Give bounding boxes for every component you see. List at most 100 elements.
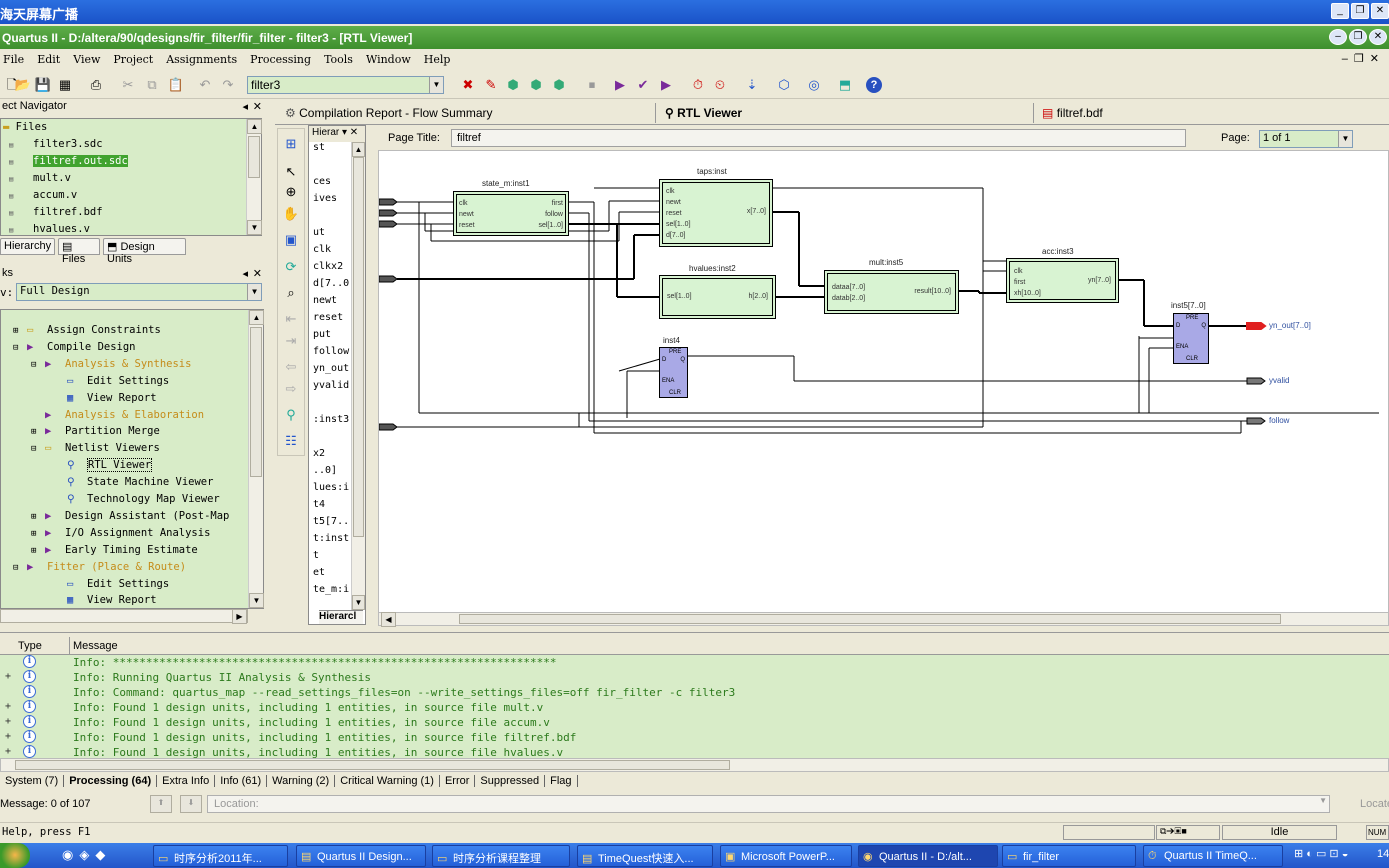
task-row[interactable]: ⚲ RTL Viewer: [53, 458, 153, 476]
files-scrollbar[interactable]: ▲ ▼: [246, 119, 262, 235]
message-tab[interactable]: Processing (64): [64, 775, 158, 787]
zoom-tool-icon[interactable]: ⊕: [281, 182, 301, 202]
message-column-header[interactable]: Message: [73, 640, 118, 652]
expand-icon[interactable]: ⊞: [31, 529, 45, 539]
message-tab[interactable]: Suppressed: [475, 775, 546, 787]
output-yn-out[interactable]: yn_out[7..0]: [1269, 321, 1311, 330]
chip-editor-icon[interactable]: ◎: [804, 75, 824, 95]
mult-block[interactable]: dataa[7..0] datab[2..0] result[10..0]: [824, 270, 959, 314]
find-icon[interactable]: ⌕: [281, 283, 301, 303]
hierarchy-list-tab[interactable]: Hierarcl: [319, 610, 363, 624]
task-row[interactable]: ⊞ ▶ Design Assistant (Post-Map: [31, 510, 229, 527]
scroll-down-icon[interactable]: ▼: [249, 593, 264, 608]
hierarchy-item[interactable]: ces: [313, 176, 353, 187]
task-row[interactable]: ▦ View Report: [53, 392, 157, 409]
taskbar-item[interactable]: ◉ Quartus II - D:/alt...: [858, 845, 998, 867]
hierarchy-item[interactable]: ives: [313, 193, 353, 204]
file-row[interactable]: ▤ filter3.sdc: [9, 138, 103, 155]
stop-icon[interactable]: ⏹: [582, 75, 602, 95]
megawizard-icon[interactable]: ⬒: [835, 75, 855, 95]
hierarchy-item[interactable]: ..0]: [313, 465, 353, 476]
settings-icon[interactable]: ⬢: [526, 75, 546, 95]
scroll-up-icon[interactable]: ▲: [247, 119, 262, 134]
mdi-buttons[interactable]: –❐✕: [1342, 52, 1385, 65]
selection-tool-icon[interactable]: ↖: [281, 162, 301, 182]
task-row[interactable]: ▭ Edit Settings: [53, 375, 169, 392]
chevron-down-icon[interactable]: ▼: [429, 77, 443, 93]
hierarchy-item[interactable]: lues:i: [313, 482, 353, 493]
start-button[interactable]: [0, 843, 30, 868]
menu-project[interactable]: Project: [113, 53, 153, 70]
task-row[interactable]: ⊟ ▭ Netlist Viewers: [31, 442, 160, 459]
expand-icon[interactable]: +: [5, 746, 11, 757]
next-page-icon[interactable]: ⇨: [281, 379, 301, 399]
taskbar-item[interactable]: ▤ Quartus II Design...: [296, 845, 426, 867]
location-field[interactable]: Location: ▼: [207, 795, 1330, 813]
taskbar-item[interactable]: ▭ fir_filter: [1002, 845, 1136, 867]
rtl-hscroll[interactable]: ◀: [378, 612, 1389, 627]
hierarchy-item[interactable]: x2: [313, 448, 353, 459]
hierarchy-item[interactable]: st: [313, 142, 353, 153]
hierarchy-item[interactable]: t:inst: [313, 533, 353, 544]
taskbar-item[interactable]: ▭ 时序分析2011年...: [153, 845, 288, 867]
tab-filtref-bdf[interactable]: ▤ filtref.bdf: [1042, 103, 1103, 123]
analysis-elaboration-icon[interactable]: ✔: [633, 75, 653, 95]
hierarchy-item[interactable]: clkx2: [313, 261, 353, 272]
scroll-down-icon[interactable]: ▼: [247, 220, 262, 235]
hierarchy-item[interactable]: et: [313, 567, 353, 578]
message-row[interactable]: i Info: *********************************…: [0, 655, 1389, 670]
entity-combo[interactable]: filter3 ▼: [247, 76, 444, 94]
taskbar-item[interactable]: ⏱ Quartus II TimeQ...: [1143, 845, 1283, 867]
task-row[interactable]: ⚲ Technology Map Viewer: [53, 493, 220, 510]
files-folder-row[interactable]: ▬ Files: [3, 121, 47, 138]
hvalues-block[interactable]: sel[1..0] h[2..0]: [659, 275, 776, 319]
message-tab[interactable]: System (7): [0, 775, 65, 787]
chevron-down-icon[interactable]: ▼: [247, 284, 261, 300]
hierarchy-item[interactable]: ut: [313, 227, 353, 238]
tasks-hscroll[interactable]: ▶: [0, 609, 248, 624]
minimize-icon[interactable]: _: [1331, 3, 1349, 19]
page-combo[interactable]: 1 of 1 ▼: [1259, 130, 1353, 148]
taskbar-item[interactable]: ▭ 时序分析课程整理: [432, 845, 570, 867]
scroll-thumb[interactable]: [248, 136, 260, 178]
hierarchy-item[interactable]: clk: [313, 244, 353, 255]
hierarchy-item[interactable]: yvalid: [313, 380, 353, 391]
quick-launch[interactable]: ◉◈◆: [62, 847, 111, 863]
timequest-icon[interactable]: ⬢: [549, 75, 569, 95]
collapse-icon[interactable]: ⊟: [13, 563, 27, 573]
message-tab[interactable]: Error: [440, 775, 476, 787]
previous-message-icon[interactable]: ⬆: [150, 795, 172, 813]
message-row[interactable]: + i Info: Running Quartus II Analysis & Sy…: [0, 670, 1389, 685]
flow-combo[interactable]: Full Design ▼: [16, 283, 262, 301]
undo-icon[interactable]: ↶: [195, 75, 215, 95]
hierarchy-item[interactable]: t: [313, 550, 353, 561]
analysis-synthesis-icon[interactable]: ▶: [656, 75, 676, 95]
message-row[interactable]: + i Info: Found 1 design units, including …: [0, 700, 1389, 715]
output-yvalid[interactable]: yvalid: [1269, 376, 1289, 385]
scroll-thumb[interactable]: [459, 614, 1281, 624]
help-icon[interactable]: ?: [866, 77, 882, 93]
task-row[interactable]: ▶ Analysis & Elaboration: [31, 409, 204, 426]
timing-icon[interactable]: ⏲: [710, 75, 730, 95]
tray-icons[interactable]: ⊞ ◐ ▭ ⊡ ◒: [1294, 847, 1348, 860]
hierarchy-list-icon[interactable]: ☷: [281, 431, 301, 451]
hand-tool-icon[interactable]: ✋: [281, 204, 301, 224]
restore-icon[interactable]: ❐: [1351, 3, 1369, 19]
scroll-down-icon[interactable]: ▼: [352, 595, 365, 610]
close-icon[interactable]: ✕: [1371, 3, 1389, 19]
chevron-down-icon[interactable]: ▼: [1338, 131, 1352, 147]
collapse-icon[interactable]: ⊟: [31, 444, 45, 454]
tab-compilation-report[interactable]: ⚙ Compilation Report - Flow Summary: [285, 103, 493, 123]
previous-page-icon[interactable]: ⇦: [281, 357, 301, 377]
message-tab[interactable]: Info (61): [215, 775, 268, 787]
file-row[interactable]: ▤ filtref.bdf: [9, 206, 103, 223]
menu-window[interactable]: Window: [366, 53, 411, 70]
tab-design-units[interactable]: ⬒ Design Units: [103, 238, 186, 265]
task-row[interactable]: ⊞ ▶ Partition Merge: [31, 425, 160, 442]
acc-block[interactable]: clk first xh[10..0] yn[7..0]: [1006, 258, 1119, 303]
simulator-icon[interactable]: ⇣: [742, 75, 762, 95]
type-column-header[interactable]: Type: [18, 640, 42, 652]
message-tab[interactable]: Flag: [545, 775, 578, 787]
message-tab[interactable]: Critical Warning (1): [335, 775, 440, 787]
netlist-navigator-icon[interactable]: ⚲: [281, 405, 301, 425]
